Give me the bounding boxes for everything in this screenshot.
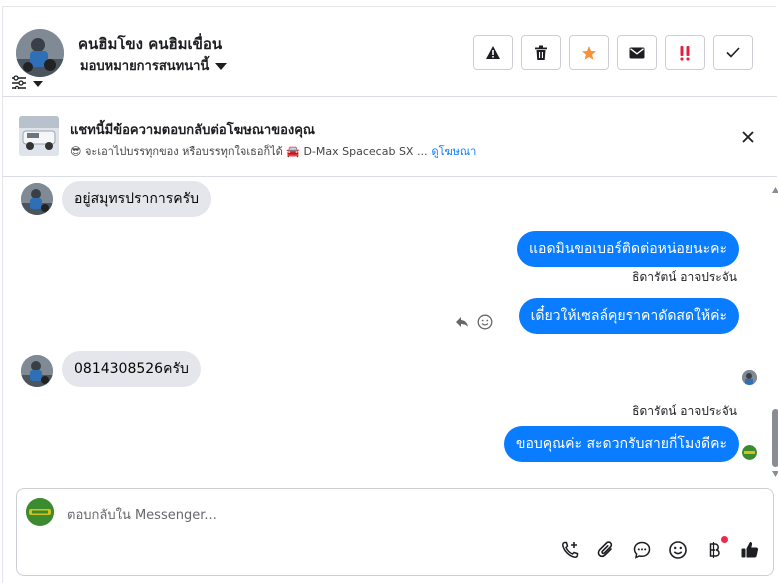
page-avatar — [26, 498, 54, 526]
scroll-thumb[interactable] — [772, 409, 778, 467]
reply-icon[interactable] — [455, 316, 469, 328]
star-button[interactable] — [569, 35, 609, 70]
incoming-message[interactable]: อยู่สมุทรปราการครับ — [62, 181, 212, 217]
double-exclamation-icon — [680, 45, 690, 60]
outgoing-message[interactable]: เดี๋ยวให้เซลล์คุยราคาดัดสดให้ค่ะ — [518, 298, 739, 334]
message-thread: อยู่สมุทรปราการครับ แอดมินขอเบอร์ติดต่อห… — [3, 178, 777, 483]
smiley-icon — [669, 541, 687, 559]
conversation-header: คนฮิมโขง คนฮิมเขื่อน มอบหมายการสนทนานี้ — [3, 7, 777, 97]
incoming-message[interactable]: 0814308526ครับ — [62, 351, 201, 387]
star-icon — [582, 45, 596, 60]
sender-name: ธิดารัตน์ อาจประจัน — [632, 270, 737, 284]
emoji-button[interactable] — [667, 539, 689, 561]
message-hover-actions — [455, 314, 493, 330]
assign-label: มอบหมายการสนทนานี้ — [80, 59, 210, 74]
emoji-react-icon[interactable] — [477, 314, 493, 330]
delete-button[interactable] — [521, 35, 561, 70]
view-ad-link[interactable]: ดูโฆษณา — [431, 142, 476, 160]
baht-icon — [709, 542, 720, 558]
message-input[interactable]: ตอบกลับใน Messenger... — [67, 504, 217, 525]
sender-name: ธิดารัตน์ อาจประจัน — [632, 404, 737, 418]
filter-menu[interactable] — [11, 74, 51, 93]
reply-composer: ตอบกลับใน Messenger... — [16, 488, 774, 576]
paperclip-icon — [597, 541, 613, 558]
conversation-actions — [473, 35, 753, 70]
chat-bubble-icon — [633, 541, 651, 559]
contact-name[interactable]: คนฮิมโขง คนฮิมเขื่อน — [78, 32, 222, 56]
ad-caption: 😎 จะเอาไปบรรทุกของ หรือบรรทุกใจเธอก็ได้ … — [70, 145, 428, 158]
warning-icon — [486, 46, 500, 59]
chevron-down-icon — [215, 62, 228, 70]
outgoing-message[interactable]: แอดมินขอเบอร์ติดต่อหน่อยนะคะ — [517, 231, 739, 267]
contact-avatar-small[interactable] — [21, 355, 53, 387]
seen-avatar — [742, 445, 757, 460]
mail-icon — [629, 47, 645, 58]
mark-done-button[interactable] — [713, 35, 753, 70]
payment-button[interactable] — [703, 536, 728, 561]
saved-replies-button[interactable] — [631, 539, 653, 561]
close-ad-notice-button[interactable] — [739, 128, 757, 146]
scroll-up-icon[interactable] — [772, 187, 778, 193]
sliders-icon — [11, 74, 27, 93]
trash-icon — [535, 45, 547, 60]
notification-dot — [721, 536, 728, 543]
contact-avatar[interactable] — [16, 29, 64, 77]
mark-unread-button[interactable] — [617, 35, 657, 70]
phone-plus-icon — [562, 541, 579, 558]
ad-thumbnail[interactable] — [19, 116, 59, 156]
contact-avatar-small[interactable] — [21, 183, 53, 215]
ad-reply-notice: แชทนี้มีข้อความตอบกลับต่อโฆษณาของคุณ 😎 จ… — [3, 98, 777, 177]
scroll-down-icon[interactable] — [772, 471, 778, 477]
ad-notice-subtitle: 😎 จะเอาไปบรรทุกของ หรือบรรทุกใจเธอก็ได้ … — [70, 142, 476, 160]
close-icon — [742, 131, 754, 143]
attach-button[interactable] — [595, 539, 617, 561]
follow-up-button[interactable] — [665, 35, 705, 70]
thumbs-up-icon — [741, 542, 759, 558]
thread-scrollbar[interactable] — [772, 187, 778, 477]
assign-conversation-dropdown[interactable]: มอบหมายการสนทนานี้ — [80, 55, 228, 76]
seen-avatar — [742, 370, 757, 385]
call-button[interactable] — [559, 539, 581, 561]
ad-notice-title: แชทนี้มีข้อความตอบกลับต่อโฆษณาของคุณ — [70, 123, 315, 138]
outgoing-message[interactable]: ขอบคุณค่ะ สะดวกรับสายกี่โมงดีคะ — [503, 426, 739, 462]
chevron-down-icon — [33, 80, 43, 87]
send-like-button[interactable] — [739, 539, 761, 561]
report-spam-button[interactable] — [473, 35, 513, 70]
check-icon — [726, 47, 740, 58]
composer-toolbar — [559, 536, 761, 561]
conversation-panel: คนฮิมโขง คนฮิมเขื่อน มอบหมายการสนทนานี้ — [2, 6, 778, 583]
